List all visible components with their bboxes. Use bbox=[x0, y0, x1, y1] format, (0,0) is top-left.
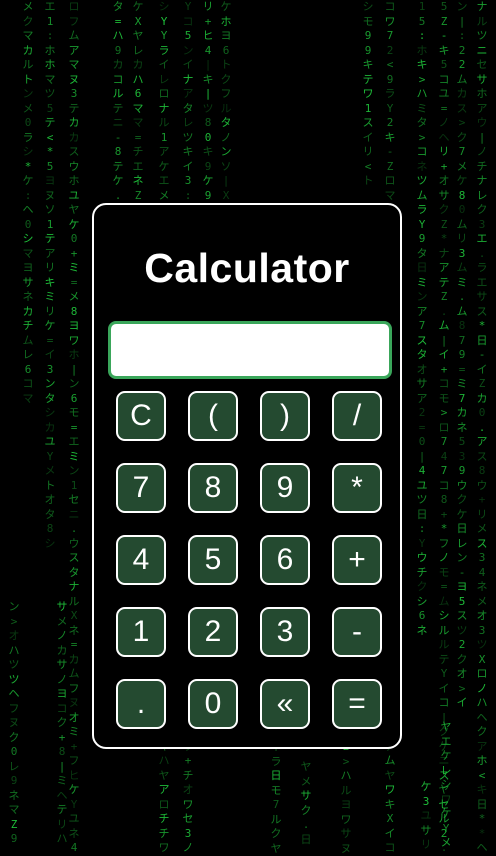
digit-5-button[interactable]: 5 bbox=[188, 535, 238, 585]
matrix-rain-column: メクマカルトンメ 0 ラシ * ケ: ヘ 0 シマヨサネカチムレ 6 コマ bbox=[22, 0, 34, 405]
digit-3-button[interactable]: 3 bbox=[260, 607, 310, 657]
digit-6-button[interactable]: 6 bbox=[260, 535, 310, 585]
digit-9-button[interactable]: 9 bbox=[260, 463, 310, 513]
open-paren-button[interactable]: ( bbox=[188, 391, 238, 441]
matrix-rain-column: 1 5: ホキ > ハミタ > コネツムラ Y 9 タ日ミンア 7 スタオサア 2 = 0 | 4 ユツ日: Y ウチ… bbox=[416, 0, 428, 637]
calculator-display[interactable] bbox=[108, 321, 392, 379]
decimal-point-button[interactable]: . bbox=[116, 679, 166, 729]
equals-button[interactable]: = bbox=[332, 679, 382, 729]
digit-7-button[interactable]: 7 bbox=[116, 463, 166, 513]
digit-2-button[interactable]: 2 bbox=[188, 607, 238, 657]
multiply-button[interactable]: * bbox=[332, 463, 382, 513]
digit-0-button[interactable]: 0 bbox=[188, 679, 238, 729]
app-screen: メクマカルトンメ 0 ラシ * ケ: ヘ 0 シマヨサネカチムレ 6 コマエ 1: ホホマツ 5 テ < * 5… bbox=[0, 0, 496, 856]
divide-button[interactable]: / bbox=[332, 391, 382, 441]
backspace-button[interactable]: « bbox=[260, 679, 310, 729]
matrix-rain-column: 2>ハルヨワサヌ bbox=[340, 740, 352, 855]
matrix-rain-column: サメノカサノヨコク +8 | ミヘテリハ bbox=[56, 600, 68, 845]
matrix-rain-column: ヤエケレシワケYメ bbox=[440, 720, 452, 849]
matrix-rain-column: シモ 9 9 キテワ 1 スイリ < ト bbox=[362, 0, 374, 187]
clear-button[interactable]: C bbox=[116, 391, 166, 441]
matrix-rain-column: エ 1: ホホマツ 5 テ < * 5 ヨヌソ 1 テアリキミリケ = イ 3 ンタシカユ Y メトオタ 8 シ bbox=[44, 0, 56, 550]
matrix-rain-column: ネラ日モ7ルクヤ bbox=[270, 740, 282, 855]
digit-4-button[interactable]: 4 bbox=[116, 535, 166, 585]
matrix-rain-column: ン |:2 2 ムカス > ク 7 メケ 8 0 ムリ 3 ムミ. ム 8 7 9 = ミ 7 カネ 5 3 9 ウクケ日レン -… bbox=[456, 0, 468, 709]
add-button[interactable]: + bbox=[332, 535, 382, 585]
digit-1-button[interactable]: 1 bbox=[116, 607, 166, 657]
matrix-rain-column: ナルツニセサホアウ | ノチナレク 3 エ. ラエサス * 日 - イ Z カ 0. アス 8 ウ + リメス 3 4… bbox=[476, 0, 488, 854]
matrix-rain-column: ヤメサク.日 bbox=[300, 760, 312, 846]
matrix-rain-column: ン > オハツツヘフヌク 0 レ 9 ネマ Z 9 bbox=[8, 600, 20, 845]
calculator-title: Calculator bbox=[144, 245, 350, 291]
subtract-button[interactable]: - bbox=[332, 607, 382, 657]
matrix-rain-column: ロフムアマヌ 3 テカカスウホユヤケ 0 + ミ = メ 8 ヨワホ | ン 6 モ = エミン 1 セニ. ウスタ… bbox=[68, 0, 80, 854]
matrix-rain-column: タ=ハ9カコルテニ-8テケ.ヌヨ bbox=[112, 0, 124, 231]
digit-8-button[interactable]: 8 bbox=[188, 463, 238, 513]
close-paren-button[interactable]: ) bbox=[260, 391, 310, 441]
matrix-rain-column: ケ3ユサリ bbox=[420, 780, 432, 851]
calculator-panel: Calculator C ( ) / 7 8 9 * 4 5 6 + 1 2 3… bbox=[92, 203, 402, 749]
